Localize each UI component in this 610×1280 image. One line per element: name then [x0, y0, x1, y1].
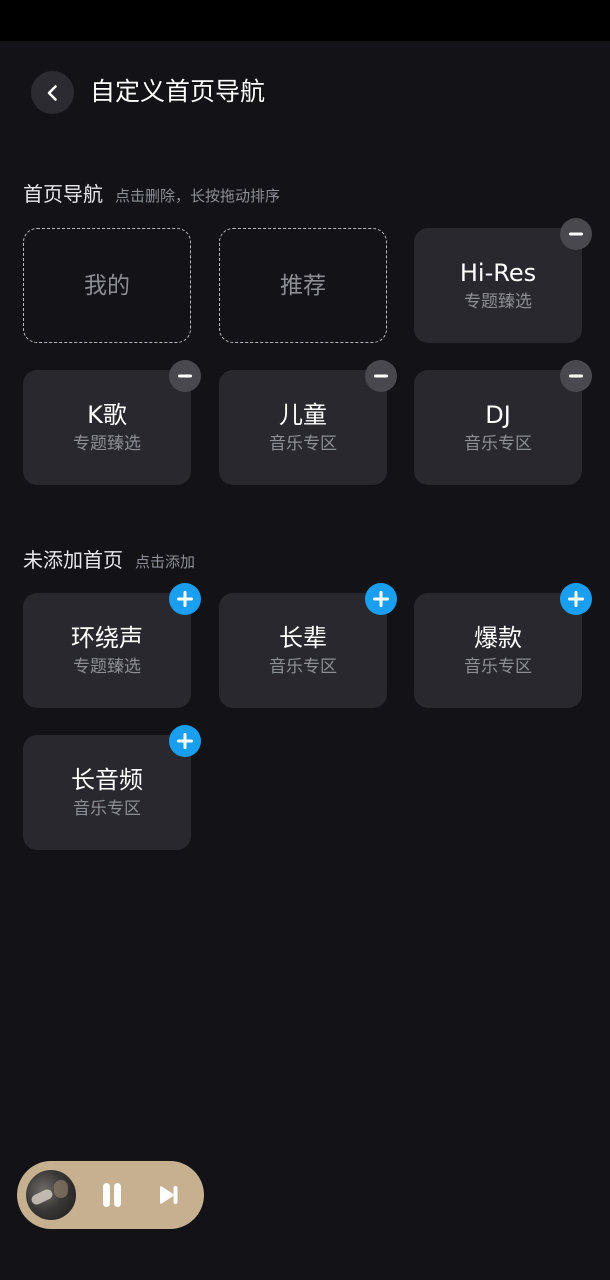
add-tile-long-audio[interactable]: 长音频 音乐专区 — [23, 725, 201, 850]
home-nav-section-title: 首页导航 — [23, 182, 103, 206]
chevron-left-icon — [47, 84, 57, 101]
pause-icon — [103, 1183, 121, 1207]
tile-subtitle: 音乐专区 — [269, 433, 337, 454]
tile-name: 推荐 — [280, 272, 326, 299]
minus-icon — [569, 374, 583, 378]
not-added-section-header: 未添加首页 点击添加 — [23, 544, 195, 573]
nav-tile-dj[interactable]: DJ 音乐专区 — [414, 360, 592, 485]
remove-button[interactable] — [365, 360, 397, 392]
plus-icon — [568, 591, 584, 607]
tile-name: DJ — [485, 400, 511, 429]
add-button[interactable] — [169, 583, 201, 615]
tile-name: 长音频 — [71, 765, 143, 794]
remove-button[interactable] — [560, 218, 592, 250]
add-tile-surround[interactable]: 环绕声 专题臻选 — [23, 583, 201, 708]
tile-name: 环绕声 — [71, 623, 143, 652]
remove-button[interactable] — [169, 360, 201, 392]
tile-name: K歌 — [87, 400, 127, 429]
remove-button[interactable] — [560, 360, 592, 392]
tile-name: 长辈 — [279, 623, 327, 652]
tile-subtitle: 专题臻选 — [73, 433, 141, 454]
minus-icon — [569, 232, 583, 236]
nav-tile-hires[interactable]: Hi-Res 专题臻选 — [414, 218, 592, 343]
tile-name: 儿童 — [279, 400, 327, 429]
skip-next-icon — [160, 1186, 178, 1204]
album-art-detail — [29, 1187, 55, 1207]
not-added-section-hint: 点击添加 — [135, 553, 196, 571]
plus-icon — [177, 591, 193, 607]
add-button[interactable] — [560, 583, 592, 615]
plus-icon — [373, 591, 389, 607]
home-nav-section-header: 首页导航 点击删除，长按拖动排序 — [23, 178, 280, 207]
tile-subtitle: 音乐专区 — [269, 656, 337, 677]
page-title: 自定义首页导航 — [90, 77, 266, 106]
pause-button[interactable] — [95, 1178, 129, 1212]
album-art-detail — [54, 1180, 68, 1198]
minus-icon — [178, 374, 192, 378]
tile-subtitle: 专题臻选 — [464, 291, 532, 312]
back-button[interactable] — [31, 71, 74, 114]
nav-tile-karaoke[interactable]: K歌 专题臻选 — [23, 360, 201, 485]
tile-subtitle: 音乐专区 — [464, 433, 532, 454]
tile-name: Hi-Res — [459, 258, 537, 287]
tile-name: 爆款 — [474, 623, 522, 652]
plus-icon — [177, 733, 193, 749]
add-tile-elders[interactable]: 长辈 音乐专区 — [219, 583, 397, 708]
next-button[interactable] — [151, 1178, 185, 1212]
album-art[interactable] — [26, 1170, 76, 1220]
nav-tile-recommend[interactable]: 推荐 — [219, 228, 387, 343]
add-tile-hits[interactable]: 爆款 音乐专区 — [414, 583, 592, 708]
tile-name: 我的 — [84, 272, 130, 299]
add-button[interactable] — [169, 725, 201, 757]
tile-subtitle: 音乐专区 — [73, 798, 141, 819]
status-bar — [0, 0, 610, 41]
tile-subtitle: 专题臻选 — [73, 656, 141, 677]
nav-tile-mine[interactable]: 我的 — [23, 228, 191, 343]
tile-subtitle: 音乐专区 — [464, 656, 532, 677]
home-nav-section-hint: 点击删除，长按拖动排序 — [115, 187, 281, 205]
nav-tile-children[interactable]: 儿童 音乐专区 — [219, 360, 397, 485]
mini-player[interactable] — [17, 1161, 204, 1229]
add-button[interactable] — [365, 583, 397, 615]
minus-icon — [374, 374, 388, 378]
not-added-section-title: 未添加首页 — [23, 548, 123, 572]
